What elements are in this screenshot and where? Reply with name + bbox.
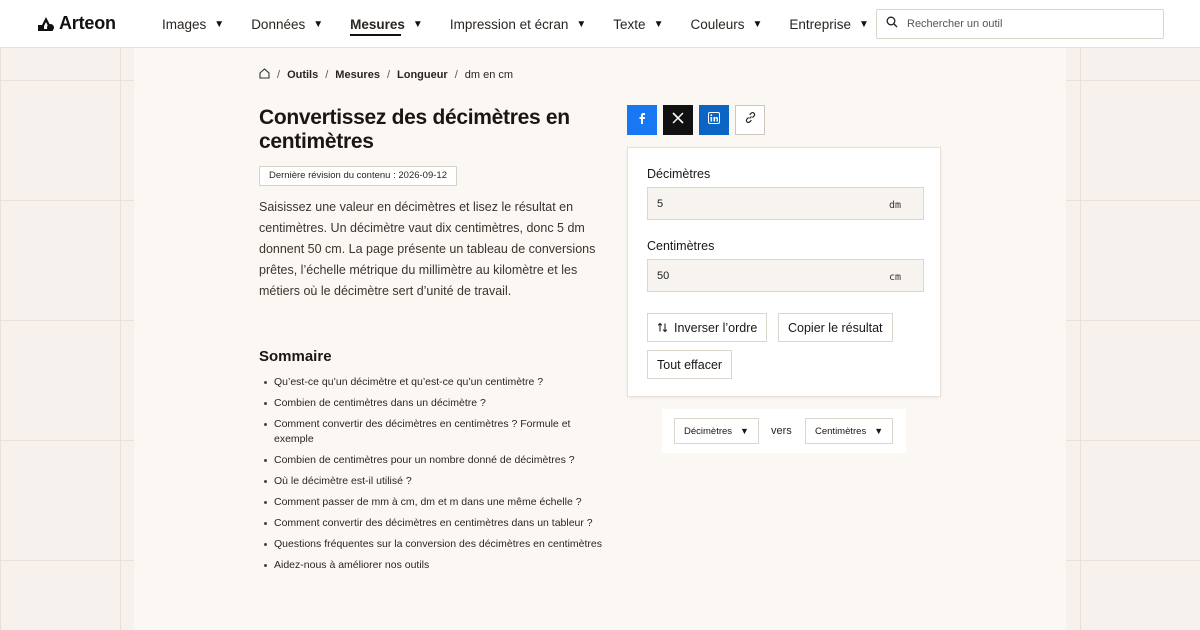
unit-selector-row: Décimètres ▼ vers Centimètres ▼ <box>662 409 906 453</box>
summary-link[interactable]: Combien de centimètres pour un nombre do… <box>264 453 604 468</box>
arteon-logo-icon <box>38 16 54 32</box>
caret-down-icon: ▼ <box>874 426 884 436</box>
caret-down-icon: ▼ <box>313 18 324 30</box>
link-icon <box>744 111 757 129</box>
search-box[interactable] <box>876 9 1164 39</box>
nav-item-label: Données <box>251 16 306 32</box>
from-unit-value: Décimètres <box>684 425 733 437</box>
caret-down-icon: ▼ <box>412 18 423 30</box>
search-input[interactable] <box>907 18 1147 30</box>
caret-down-icon: ▼ <box>752 18 763 30</box>
nav-item-label: Couleurs <box>690 16 745 32</box>
converter-card: Décimètres dm Centimètres cm Inverser l’… <box>627 147 941 397</box>
copy-result-button[interactable]: Copier le résultat <box>778 313 893 342</box>
swap-order-label: Inverser l’ordre <box>674 320 758 335</box>
summary-link[interactable]: Combien de centimètres dans un décimètre… <box>264 396 604 411</box>
decimetres-unit: dm <box>888 200 901 211</box>
nav-item-label: Impression et écran <box>449 16 569 32</box>
search-icon <box>886 15 898 33</box>
breadcrumb-separator: / <box>325 69 329 81</box>
summary-link[interactable]: Où le décimètre est-il utilisé ? <box>264 474 604 489</box>
copy-result-label: Copier le résultat <box>788 320 883 335</box>
breadcrumb-mesures[interactable]: Mesures <box>335 69 380 81</box>
brand-name: Arteon <box>59 13 116 33</box>
nav-item-label: Images <box>162 16 207 32</box>
summary-heading: Sommaire <box>259 348 332 365</box>
caret-down-icon: ▼ <box>214 18 225 30</box>
to-unit-select[interactable]: Centimètres ▼ <box>805 418 893 444</box>
brand-logo[interactable]: Arteon <box>38 13 116 34</box>
x-icon <box>672 111 684 129</box>
summary-link[interactable]: Comment passer de mm à cm, dm et m dans … <box>264 495 604 510</box>
nav-item-couleurs[interactable]: Couleurs ▼ <box>690 0 762 48</box>
facebook-icon <box>636 111 648 129</box>
top-navigation-bar: Arteon Images ▼ Données ▼ Mesures ▼ Impr… <box>0 0 1200 48</box>
nav-item-mesures[interactable]: Mesures ▼ <box>350 0 423 48</box>
revision-date-badge: Dernière révision du contenu : 2026-09-1… <box>259 166 457 186</box>
breadcrumb-longueur[interactable]: Longueur <box>397 69 448 81</box>
share-x-button[interactable] <box>663 105 693 135</box>
nav-item-donnees[interactable]: Données ▼ <box>251 0 323 48</box>
home-icon[interactable] <box>259 68 270 82</box>
breadcrumb-current: dm en cm <box>464 69 514 81</box>
from-unit-select[interactable]: Décimètres ▼ <box>674 418 759 444</box>
page-title: Convertissez des décimètres en centimètr… <box>259 106 570 153</box>
centimetres-input[interactable] <box>657 260 857 291</box>
decimetres-field[interactable]: dm <box>647 187 924 220</box>
centimetres-unit: cm <box>888 272 901 283</box>
summary-link[interactable]: Aidez-nous à améliorer nos outils <box>264 558 604 573</box>
to-unit-value: Centimètres <box>815 425 867 437</box>
main-menu: Images ▼ Données ▼ Mesures ▼ Impression … <box>162 0 896 48</box>
summary-list: Qu’est-ce qu’un décimètre et qu’est-ce q… <box>264 375 604 579</box>
summary-link[interactable]: Questions fréquentes sur la conversion d… <box>264 537 604 552</box>
unit-connector-text: vers <box>771 425 792 437</box>
from-field-label: Décimètres <box>647 167 711 181</box>
breadcrumb-outils[interactable]: Outils <box>287 69 318 81</box>
caret-down-icon: ▼ <box>740 426 749 436</box>
caret-down-icon: ▼ <box>858 18 869 30</box>
breadcrumb-separator: / <box>454 69 458 81</box>
summary-link[interactable]: Qu’est-ce qu’un décimètre et qu’est-ce q… <box>264 375 604 390</box>
breadcrumb-separator: / <box>277 69 281 81</box>
share-buttons <box>627 105 765 135</box>
swap-arrows-icon <box>657 322 668 333</box>
main-content: / Outils / Mesures / Longueur / dm en cm… <box>134 48 1066 630</box>
nav-item-texte[interactable]: Texte ▼ <box>613 0 663 48</box>
share-linkedin-button[interactable] <box>699 105 729 135</box>
clear-all-button[interactable]: Tout effacer <box>647 350 733 379</box>
intro-paragraph: Saisissez une valeur en décimètres et li… <box>259 200 596 298</box>
nav-item-label: Mesures <box>350 16 405 32</box>
centimetres-field[interactable]: cm <box>647 259 924 292</box>
summary-link[interactable]: Comment convertir des décimètres en cent… <box>264 516 604 531</box>
breadcrumb: / Outils / Mesures / Longueur / dm en cm <box>259 68 513 82</box>
swap-order-button[interactable]: Inverser l’ordre <box>647 313 768 342</box>
copy-link-button[interactable] <box>735 105 765 135</box>
share-facebook-button[interactable] <box>627 105 657 135</box>
to-field-label: Centimètres <box>647 239 715 253</box>
linkedin-icon <box>708 111 720 129</box>
decimetres-input[interactable] <box>657 188 857 219</box>
nav-item-label: Entreprise <box>789 16 851 32</box>
caret-down-icon: ▼ <box>576 18 587 30</box>
summary-link[interactable]: Comment convertir des décimètres en cent… <box>264 417 604 447</box>
nav-item-label: Texte <box>613 16 646 32</box>
caret-down-icon: ▼ <box>653 18 664 30</box>
nav-item-impression-ecran[interactable]: Impression et écran ▼ <box>450 0 586 48</box>
nav-item-images[interactable]: Images ▼ <box>162 0 224 48</box>
clear-all-label: Tout effacer <box>657 357 723 372</box>
breadcrumb-separator: / <box>386 69 390 81</box>
nav-item-entreprise[interactable]: Entreprise ▼ <box>789 0 868 48</box>
